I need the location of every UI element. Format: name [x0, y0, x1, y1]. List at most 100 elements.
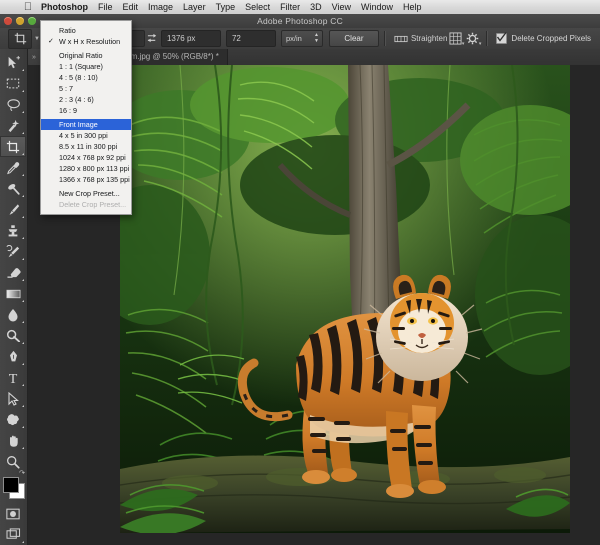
crop-tool-icon [6, 140, 20, 153]
menu-item-select[interactable]: Select [240, 0, 275, 14]
tool-gradient[interactable] [0, 283, 26, 304]
menu-option-wxhxresolution[interactable]: ✓ W x H x Resolution [41, 36, 131, 47]
menu-option-label: 16 : 9 [59, 106, 77, 115]
crop-settings-button[interactable]: ▾ [464, 31, 481, 47]
blur-tool-icon [8, 308, 18, 321]
menu-option-label: 1280 x 800 px 113 ppi [59, 164, 130, 173]
menu-option-1-1-square[interactable]: 1 : 1 (Square) [41, 61, 131, 72]
tool-path-selection[interactable] [0, 388, 26, 409]
tool-eraser[interactable] [0, 262, 26, 283]
swap-width-height-button[interactable] [145, 31, 161, 46]
tool-eyedropper[interactable] [0, 157, 26, 178]
menu-item-3d[interactable]: 3D [305, 0, 327, 14]
straighten-control[interactable]: Straighten [394, 33, 447, 45]
tool-move[interactable] [0, 52, 26, 73]
straighten-icon [394, 35, 408, 42]
menu-option-85x11-300ppi[interactable]: 8.5 x 11 in 300 ppi [41, 141, 131, 152]
rectangular-marquee-tool-icon [6, 78, 20, 89]
menu-item-edit[interactable]: Edit [118, 0, 144, 14]
tool-quick-selection[interactable] [0, 115, 26, 136]
tool-custom-shape[interactable] [0, 409, 26, 430]
menu-item-view[interactable]: View [327, 0, 356, 14]
menu-item-image[interactable]: Image [143, 0, 178, 14]
menu-option-label: 5 : 7 [59, 84, 73, 93]
settings-chevron-down-icon: ▾ [478, 40, 482, 47]
mac-menu-bar:  Photoshop File Edit Image Layer Type S… [0, 0, 600, 15]
custom-shape-tool-icon [6, 414, 19, 426]
tool-pen[interactable] [0, 346, 26, 367]
minimize-button[interactable] [16, 17, 24, 25]
menu-option-4x5-300ppi[interactable]: 4 x 5 in 300 ppi [41, 130, 131, 141]
gradient-tool-icon [6, 289, 20, 298]
tool-group-indicator [22, 258, 24, 260]
menu-option-2-3[interactable]: 2 : 3 (4 : 6) [41, 94, 131, 105]
quick-mask-toggle[interactable] [0, 503, 26, 524]
menu-option-label: 2 : 3 (4 : 6) [59, 95, 94, 104]
tool-brush[interactable] [0, 199, 26, 220]
close-button[interactable] [4, 17, 12, 25]
tool-healing-brush[interactable] [0, 178, 26, 199]
crop-width-input[interactable]: 1376 px [160, 30, 221, 47]
crop-resolution-input[interactable]: 72 [225, 30, 276, 47]
menu-item-file[interactable]: File [93, 0, 118, 14]
document-tab[interactable]: -m.jpg @ 50% (RGB/8*) * [120, 49, 228, 65]
resolution-unit-select[interactable]: px/in ▲ ▼ [280, 30, 323, 47]
tool-hand[interactable] [0, 430, 26, 451]
photoshop-window:  Photoshop File Edit Image Layer Type S… [0, 0, 600, 545]
zoom-tool-icon [7, 455, 20, 469]
tool-type[interactable]: T [0, 367, 26, 388]
menu-item-window[interactable]: Window [356, 0, 398, 14]
swap-colors-icon[interactable]: ↷ [19, 469, 25, 477]
menu-item-type[interactable]: Type [211, 0, 241, 14]
menu-option-1024x768-92ppi[interactable]: 1024 x 768 px 92 ppi [41, 152, 131, 163]
image-canvas[interactable] [120, 65, 570, 533]
color-swatches[interactable]: ↷ [0, 470, 26, 499]
options-divider-2 [383, 31, 385, 46]
tool-rectangular-marquee[interactable] [0, 73, 26, 94]
menu-option-5-7[interactable]: 5 : 7 [41, 83, 131, 94]
menu-option-label: Delete Crop Preset... [59, 200, 127, 209]
tool-history-brush[interactable] [0, 241, 26, 262]
menu-option-new-crop-preset[interactable]: New Crop Preset... [41, 188, 131, 199]
menu-option-ratio[interactable]: ✓ Ratio [41, 25, 131, 36]
tool-crop[interactable] [0, 136, 26, 157]
zoom-button[interactable] [28, 17, 36, 25]
tool-group-indicator [22, 300, 24, 302]
crop-overlay-button[interactable]: ▾ [447, 31, 464, 47]
move-tool-icon [8, 55, 20, 68]
menu-option-4-5[interactable]: 4 : 5 (8 : 10) [41, 72, 131, 83]
history-brush-tool-icon [6, 244, 20, 257]
active-tool-icon-well[interactable] [8, 28, 32, 49]
crop-overlay-grid-icon [449, 32, 462, 45]
menu-option-1366x768-135ppi[interactable]: 1366 x 768 px 135 ppi [41, 174, 131, 185]
tool-clone-stamp[interactable] [0, 220, 26, 241]
panel-expand-icon[interactable]: » [32, 54, 36, 61]
menu-check-icon: ✓ [48, 38, 54, 45]
menu-option-1280x800-113ppi[interactable]: 1280 x 800 px 113 ppi [41, 163, 131, 174]
foreground-color-swatch[interactable] [3, 477, 19, 493]
menu-option-16-9[interactable]: 16 : 9 [41, 105, 131, 116]
menu-item-filter[interactable]: Filter [275, 0, 305, 14]
tool-blur[interactable] [0, 304, 26, 325]
tool-lasso[interactable] [0, 94, 26, 115]
delete-cropped-pixels-control[interactable]: Delete Cropped Pixels [496, 32, 591, 44]
svg-text:T: T [9, 372, 18, 385]
resolution-unit-value: px/in [285, 34, 302, 43]
tool-dodge[interactable] [0, 325, 26, 346]
menu-option-original-ratio[interactable]: Original Ratio [41, 50, 131, 61]
menu-option-front-image[interactable]: Front Image [41, 119, 131, 130]
quick-mask-icon [6, 508, 20, 519]
tool-group-indicator [22, 321, 24, 323]
clear-button[interactable]: Clear [328, 30, 379, 47]
gear-icon [467, 32, 479, 45]
crop-preset-dropdown-menu[interactable]: ✓ Ratio ✓ W x H x Resolution Original Ra… [40, 20, 132, 215]
menu-item-layer[interactable]: Layer [178, 0, 211, 14]
menu-item-photoshop[interactable]: Photoshop [36, 0, 93, 14]
menu-item-help[interactable]: Help [398, 0, 427, 14]
screen-mode-toggle[interactable] [0, 524, 26, 545]
delete-cropped-pixels-checkbox[interactable] [496, 32, 508, 44]
tool-group-indicator [22, 195, 24, 197]
tool-group-indicator [22, 90, 24, 92]
menu-option-label: New Crop Preset... [59, 189, 120, 198]
apple-logo-icon[interactable]:  [20, 1, 36, 14]
